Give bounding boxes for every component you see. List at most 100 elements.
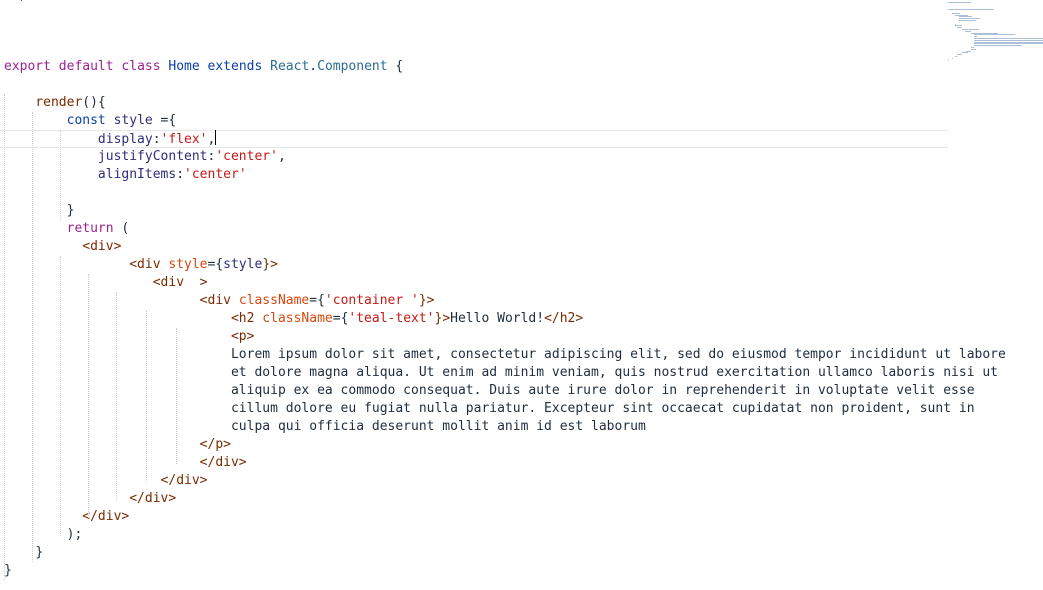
code-token: 'flex' [160, 132, 208, 147]
code-token: Lorem ipsum dolor sit amet, consectetur … [230, 347, 1006, 362]
code-line[interactable]: aliquip ex ea commodo consequat. Duis au… [0, 382, 975, 400]
code-token: } [35, 545, 44, 560]
code-line[interactable]: render(){ [0, 94, 948, 112]
code-line[interactable]: <div style={style}> [0, 256, 948, 274]
code-line[interactable]: cillum dolore eu fugiat nulla pariatur. … [0, 400, 975, 418]
indent-guide [116, 292, 117, 500]
code-token: : [152, 132, 161, 147]
code-token: Hello World! [450, 311, 545, 326]
code-line[interactable]: const style ={ [0, 112, 948, 130]
code-token: class [121, 59, 161, 74]
code-line[interactable] [0, 76, 948, 94]
code-line[interactable] [0, 40, 948, 58]
code-line[interactable]: return ( [0, 220, 948, 238]
code-line[interactable]: </div> [0, 508, 948, 526]
code-editor[interactable]: import React from 'react'; export default… [0, 0, 1043, 590]
code-area[interactable]: import React from 'react'; export default… [0, 0, 1006, 580]
code-token: </div> [129, 491, 177, 506]
code-line[interactable]: </div> [0, 472, 948, 490]
code-line[interactable]: alignItems:'center' [0, 166, 948, 184]
code-token: Component [317, 59, 388, 74]
code-token: display [97, 132, 153, 147]
code-token: { [387, 59, 404, 74]
code-line[interactable]: <div> [0, 238, 948, 256]
code-token: ={ [332, 311, 349, 326]
minimap-line [948, 9, 994, 11]
code-token: const [66, 113, 106, 128]
code-line[interactable]: } [0, 202, 948, 220]
code-line[interactable]: et dolore magna aliqua. Ut enim ad minim… [0, 364, 998, 382]
minimap-line [951, 57, 953, 59]
minimap-line [957, 27, 962, 29]
code-token: React [270, 59, 310, 74]
indent-guide [32, 112, 33, 562]
code-token: , [277, 149, 286, 164]
code-token: 'container ' [324, 293, 419, 308]
code-line[interactable]: <h2 className={'teal-text'}>Hello World!… [0, 310, 948, 328]
code-token: </div> [199, 455, 247, 470]
code-token: React [51, 0, 106, 2]
code-line[interactable]: display:'flex', [0, 130, 948, 148]
code-line[interactable]: ); [0, 526, 948, 544]
code-line[interactable] [0, 22, 948, 40]
code-line[interactable]: Lorem ipsum dolor sit amet, consectetur … [0, 346, 1006, 364]
minimap-line [957, 54, 963, 56]
text-cursor [215, 130, 217, 145]
code-line[interactable]: } [0, 544, 948, 562]
code-line[interactable] [0, 184, 948, 202]
code-token: culpa qui officia deserunt mollit anim i… [230, 419, 646, 434]
code-line[interactable]: </div> [0, 454, 948, 472]
code-token: justifyContent [97, 149, 208, 164]
code-token: style [168, 257, 208, 272]
code-token: ={ [207, 257, 224, 272]
code-line[interactable] [0, 4, 948, 22]
code-line[interactable]: <div > [0, 274, 948, 292]
code-token: </div> [82, 509, 130, 524]
code-token: } [4, 563, 12, 578]
minimap-line [962, 52, 968, 54]
code-token: et dolore magna aliqua. Ut enim ad minim… [230, 365, 998, 380]
code-token: 'teal-text' [348, 311, 435, 326]
code-line[interactable]: </p> [0, 436, 948, 454]
code-token: , [207, 132, 216, 147]
code-token: <div> [82, 239, 122, 254]
code-token: </div> [160, 473, 208, 488]
indent-guide [60, 256, 61, 536]
code-line[interactable]: </div> [0, 490, 948, 508]
code-line[interactable]: } [0, 562, 948, 580]
code-line[interactable]: culpa qui officia deserunt mollit anim i… [0, 418, 948, 436]
code-line[interactable]: export default class Home extends React.… [0, 58, 948, 76]
code-token: 'react' [145, 0, 200, 2]
code-token: }> [418, 293, 435, 308]
code-line[interactable]: justifyContent:'center', [0, 148, 948, 166]
code-token: default [58, 59, 114, 74]
code-token: export [4, 59, 51, 74]
minimap-line [948, 2, 972, 3]
code-token: className [262, 311, 333, 326]
minimap[interactable] [948, 0, 1043, 70]
code-line[interactable]: <div className={'container '}> [0, 292, 948, 310]
indent-guide [88, 274, 89, 518]
code-token: <div [129, 257, 169, 272]
code-token: alignItems [97, 167, 177, 182]
code-line[interactable]: <p> [0, 328, 948, 346]
